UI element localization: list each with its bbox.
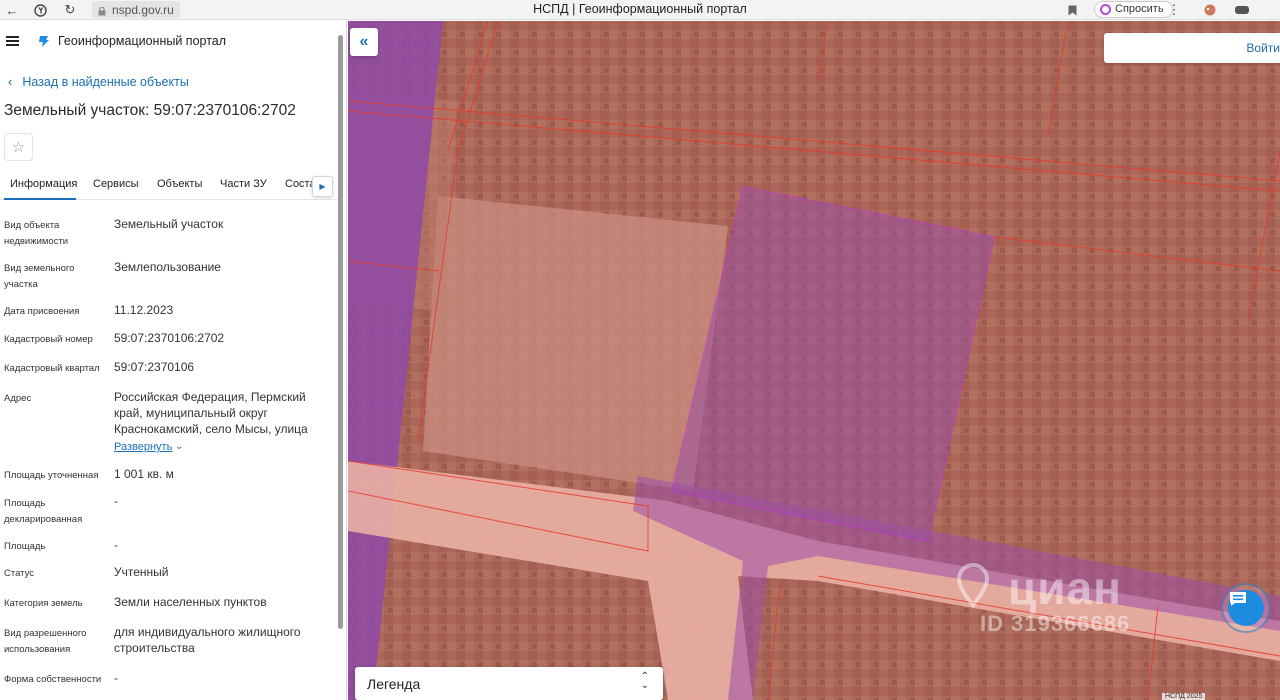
value-address: Российская Федерация, Пермский край, мун… xyxy=(114,390,308,436)
value-parcel-kind: Землепользование xyxy=(114,260,221,274)
label-object-kind: Вид объекта недвижимости xyxy=(4,220,69,247)
menu-icon[interactable] xyxy=(6,36,19,46)
browser-toolbar: ← ↻ nspd.gov.ru НСПД | Геоинформационный… xyxy=(0,0,1280,20)
map-attribution: НСПД 2025 xyxy=(1162,693,1206,700)
label-assign-date: Дата присвоения xyxy=(4,306,80,317)
label-land-category: Категория земель xyxy=(4,598,83,609)
label-area-refined: Площадь уточненная xyxy=(4,470,99,481)
chevron-left-icon: ‹ xyxy=(8,74,13,89)
value-cadastral-quarter: 59:07:2370106 xyxy=(114,360,195,374)
value-status: Учтенный xyxy=(114,565,169,579)
satellite-map-layer[interactable] xyxy=(348,21,1280,700)
map-view[interactable]: « Войти циан ID 319366686 Легенда ⌃ ⌄ НСП… xyxy=(348,21,1280,700)
value-area-refined: 1 001 кв. м xyxy=(114,467,174,481)
label-area-declared: Площадь декларированная xyxy=(4,498,83,525)
back-arrow-icon[interactable]: ← xyxy=(0,0,24,20)
value-land-category: Земли населенных пунктов xyxy=(114,595,267,609)
panel-header: Геоинформационный портал xyxy=(0,21,340,63)
tab-parts[interactable]: Части ЗУ xyxy=(220,178,267,190)
info-tabs: Информация Сервисы Объекты Части ЗУ Сост… xyxy=(0,174,338,200)
object-title: Земельный участок: 59:07:2370106:2702 xyxy=(4,102,296,119)
value-permitted-use: для индивидуального жилищного строительс… xyxy=(114,625,301,655)
legend-label: Легенда xyxy=(367,676,421,692)
tab-objects[interactable]: Объекты xyxy=(157,178,202,190)
bookmark-icon[interactable] xyxy=(1060,0,1084,20)
alice-icon xyxy=(1100,4,1111,15)
legend-dropdown[interactable]: Легенда ⌃ ⌄ xyxy=(355,667,663,700)
address-bar[interactable]: nspd.gov.ru xyxy=(92,1,180,18)
portal-logo-icon xyxy=(38,35,50,48)
tab-services[interactable]: Сервисы xyxy=(93,178,139,190)
object-info-panel: Геоинформационный портал ‹ Назад в найде… xyxy=(0,21,347,700)
chevron-down-icon[interactable]: ⌄ xyxy=(175,441,183,452)
value-object-kind: Земельный участок xyxy=(114,217,224,231)
page-tab-title: НСПД | Геоинформационный портал xyxy=(533,2,747,16)
ask-alice-button[interactable]: Спросить xyxy=(1094,1,1173,18)
chevron-updown-icon: ⌃ ⌄ xyxy=(640,671,649,691)
lock-icon xyxy=(98,5,106,16)
more-menu-icon[interactable]: ⋮ xyxy=(1162,0,1186,20)
label-ownership-form: Форма собственности xyxy=(4,674,102,685)
panel-scrollbar[interactable] xyxy=(338,35,343,629)
value-cadastral-number: 59:07:2370106:2702 xyxy=(114,331,225,345)
profile-icon[interactable] xyxy=(1230,0,1254,20)
chevron-right-icon: ▶ xyxy=(319,182,326,191)
collapse-panel-button[interactable]: « xyxy=(350,28,378,56)
tab-composition[interactable]: Соста xyxy=(285,178,316,190)
label-cadastral-number: Кадастровый номер xyxy=(4,334,93,345)
map-pin-watermark-icon xyxy=(956,563,990,609)
tab-information[interactable]: Информация xyxy=(10,178,77,190)
portal-name[interactable]: Геоинформационный портал xyxy=(58,34,226,48)
back-link-label: Назад в найденные объекты xyxy=(22,74,189,89)
value-ownership-form: - xyxy=(114,671,118,685)
login-label: Войти xyxy=(1246,41,1280,55)
label-permitted-use: Вид разрешенного использования xyxy=(4,628,87,655)
value-area: - xyxy=(114,538,118,552)
label-cadastral-quarter: Кадастровый квартал xyxy=(4,363,100,374)
extension-icon[interactable] xyxy=(1198,0,1222,20)
value-assign-date: 11.12.2023 xyxy=(114,303,174,317)
double-chevron-left-icon: « xyxy=(359,33,369,50)
chat-icon xyxy=(1228,590,1264,626)
login-button[interactable]: Войти xyxy=(1104,33,1280,63)
yandex-logo-icon[interactable] xyxy=(28,0,52,20)
ask-label: Спросить xyxy=(1115,3,1164,15)
watermark-id: ID 319366686 xyxy=(980,611,1131,636)
star-icon: ☆ xyxy=(11,139,26,156)
value-area-declared: - xyxy=(114,494,118,508)
label-area: Площадь xyxy=(4,541,46,552)
watermark-brand: циан xyxy=(1008,562,1122,614)
label-parcel-kind: Вид земельного участка xyxy=(4,263,75,290)
back-to-results-link[interactable]: ‹ Назад в найденные объекты xyxy=(8,74,189,89)
label-status: Статус xyxy=(4,568,35,579)
expand-address-link[interactable]: Развернуть xyxy=(114,441,172,453)
active-tab-indicator xyxy=(4,198,76,200)
reload-icon[interactable]: ↻ xyxy=(58,0,82,20)
label-address: Адрес xyxy=(4,393,32,404)
tabs-scroll-right-button[interactable]: ▶ xyxy=(312,176,333,197)
favorite-button[interactable]: ☆ xyxy=(4,133,33,161)
chat-support-button[interactable] xyxy=(1221,583,1271,633)
url-text: nspd.gov.ru xyxy=(112,2,174,17)
